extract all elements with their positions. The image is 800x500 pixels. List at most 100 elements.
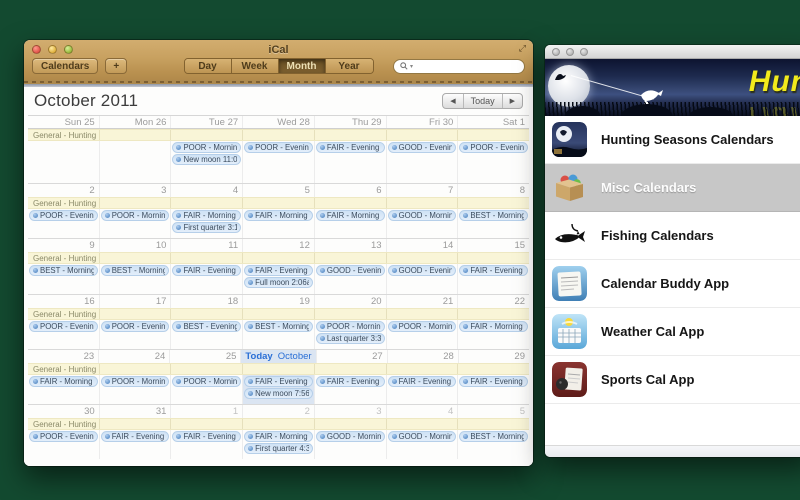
event-pill[interactable]: POOR - Morning [172, 376, 241, 387]
day-cell[interactable]: FAIR - MorningFirst quarter 3:15am [171, 209, 243, 238]
day-cell[interactable]: FAIR - MorningFirst quarter 4:38pm [243, 430, 315, 459]
minimize-button[interactable] [566, 48, 574, 56]
date-cell[interactable]: 31 [100, 405, 172, 418]
event-pill[interactable]: FAIR - Morning [459, 321, 528, 332]
date-cell[interactable]: 4 [387, 405, 459, 418]
event-pill[interactable]: Last quarter 3:30am [316, 333, 385, 344]
day-cell[interactable]: POOR - MorningNew moon 11:09am [171, 141, 243, 183]
day-cell[interactable]: POOR - Evening [28, 430, 100, 459]
event-pill[interactable]: POOR - Morning [101, 376, 170, 387]
date-cell[interactable]: 21 [387, 295, 459, 308]
today-date-cell[interactable]: TodayOctober 26 [241, 350, 316, 363]
date-cell[interactable]: 14 [387, 239, 459, 252]
fullscreen-icon[interactable]: ⤢ [519, 43, 526, 54]
day-cell[interactable]: FAIR - EveningFull moon 2:06am [243, 264, 315, 293]
day-cell[interactable]: BEST - Morning [243, 320, 315, 349]
event-pill[interactable]: POOR - Evening [101, 321, 170, 332]
date-cell[interactable]: 8 [458, 184, 529, 197]
event-pill[interactable]: GOOD - Morning [316, 431, 385, 442]
view-tab-year[interactable]: Year [326, 59, 373, 73]
day-cell[interactable]: BEST - Morning [28, 264, 100, 293]
event-pill[interactable]: BEST - Morning [459, 210, 528, 221]
date-cell[interactable]: 15 [458, 239, 529, 252]
event-pill[interactable]: First quarter 4:38pm [244, 443, 313, 454]
day-cell[interactable]: GOOD - Morning [387, 209, 459, 238]
date-cell[interactable]: 28 [388, 350, 459, 363]
date-cell[interactable]: 12 [243, 239, 315, 252]
event-pill[interactable]: BEST - Morning [29, 265, 98, 276]
date-cell[interactable]: 3 [315, 405, 387, 418]
store-list-item[interactable]: Weather Cal App [545, 308, 800, 356]
store-list-item[interactable]: Fishing Calendars [545, 212, 800, 260]
allday-event-band[interactable]: General - Hunting [28, 197, 529, 209]
event-pill[interactable]: FAIR - Morning [244, 431, 313, 442]
event-pill[interactable]: POOR - Morning [172, 142, 241, 153]
event-pill[interactable]: GOOD - Evening [388, 142, 457, 153]
date-cell[interactable]: 6 [315, 184, 387, 197]
event-pill[interactable]: First quarter 3:15am [172, 222, 241, 233]
event-pill[interactable]: BEST - Morning [459, 431, 528, 442]
event-pill[interactable]: FAIR - Evening [172, 431, 241, 442]
store-list-item[interactable]: Sports Cal App [545, 356, 800, 404]
event-pill[interactable]: FAIR - Evening [459, 265, 528, 276]
day-cell[interactable]: BEST - Morning [458, 209, 529, 238]
day-cell[interactable]: POOR - Evening [100, 320, 172, 349]
event-pill[interactable]: FAIR - Evening [101, 431, 170, 442]
event-pill[interactable]: BEST - Morning [101, 265, 170, 276]
date-cell[interactable]: 5 [458, 405, 529, 418]
search-scope-caret[interactable]: ▾ [410, 63, 413, 70]
date-cell[interactable]: 27 [317, 350, 388, 363]
event-pill[interactable]: BEST - Morning [244, 321, 313, 332]
day-cell[interactable]: POOR - Evening [28, 209, 100, 238]
date-cell[interactable]: 2 [243, 405, 315, 418]
day-cell[interactable]: FAIR - Evening [387, 375, 459, 404]
day-cell[interactable]: GOOD - Evening [387, 141, 459, 183]
event-pill[interactable]: FAIR - Evening [172, 265, 241, 276]
event-pill[interactable]: POOR - Evening [29, 431, 98, 442]
view-tab-month[interactable]: Month [279, 59, 326, 73]
date-cell[interactable]: 16 [28, 295, 100, 308]
event-pill[interactable]: FAIR - Morning [244, 210, 313, 221]
event-pill[interactable]: POOR - Morning [388, 321, 457, 332]
event-pill[interactable]: FAIR - Morning [29, 376, 98, 387]
day-cell[interactable]: FAIR - Evening [100, 430, 172, 459]
date-cell[interactable]: 22 [458, 295, 529, 308]
day-cell[interactable]: FAIR - Morning [243, 209, 315, 238]
event-pill[interactable]: BEST - Evening [172, 321, 241, 332]
day-cell[interactable]: POOR - Evening [458, 141, 529, 183]
date-cell[interactable]: 2 [28, 184, 100, 197]
date-cell[interactable]: 3 [100, 184, 172, 197]
day-cell[interactable]: POOR - Morning [387, 320, 459, 349]
date-cell[interactable]: 24 [99, 350, 170, 363]
day-cell[interactable]: FAIR - Evening [315, 141, 387, 183]
event-pill[interactable]: New moon 7:56pm [244, 388, 313, 399]
event-pill[interactable]: POOR - Morning [316, 321, 385, 332]
day-cell[interactable]: BEST - Evening [171, 320, 243, 349]
event-pill[interactable]: POOR - Evening [29, 210, 98, 221]
allday-event-band[interactable]: General - Hunting [28, 129, 529, 141]
event-pill[interactable]: POOR - Evening [459, 142, 528, 153]
allday-event-band[interactable]: General - Hunting [28, 252, 529, 264]
today-button[interactable]: Today [464, 94, 503, 108]
day-cell[interactable]: POOR - Morning [171, 375, 243, 404]
day-cell[interactable]: FAIR - Evening [458, 375, 529, 404]
date-cell[interactable]: 25 [170, 350, 241, 363]
event-pill[interactable]: Full moon 2:06am [244, 277, 313, 288]
event-pill[interactable]: FAIR - Evening [244, 376, 313, 387]
event-pill[interactable]: FAIR - Evening [459, 376, 528, 387]
date-cell[interactable]: 30 [28, 405, 100, 418]
date-cell[interactable]: 18 [171, 295, 243, 308]
day-cell[interactable]: BEST - Morning [100, 264, 172, 293]
date-cell[interactable]: 23 [28, 350, 99, 363]
close-button[interactable] [552, 48, 560, 56]
zoom-button[interactable] [580, 48, 588, 56]
date-cell[interactable]: 13 [315, 239, 387, 252]
day-cell[interactable] [28, 141, 100, 183]
allday-event-band[interactable]: General - Hunting [28, 308, 529, 320]
date-cell[interactable]: 4 [171, 184, 243, 197]
event-pill[interactable]: GOOD - Evening [316, 265, 385, 276]
allday-event-band[interactable]: General - Hunting [28, 418, 529, 430]
event-pill[interactable]: FAIR - Morning [172, 210, 241, 221]
day-cell[interactable]: FAIR - Morning [315, 209, 387, 238]
view-tab-week[interactable]: Week [232, 59, 279, 73]
